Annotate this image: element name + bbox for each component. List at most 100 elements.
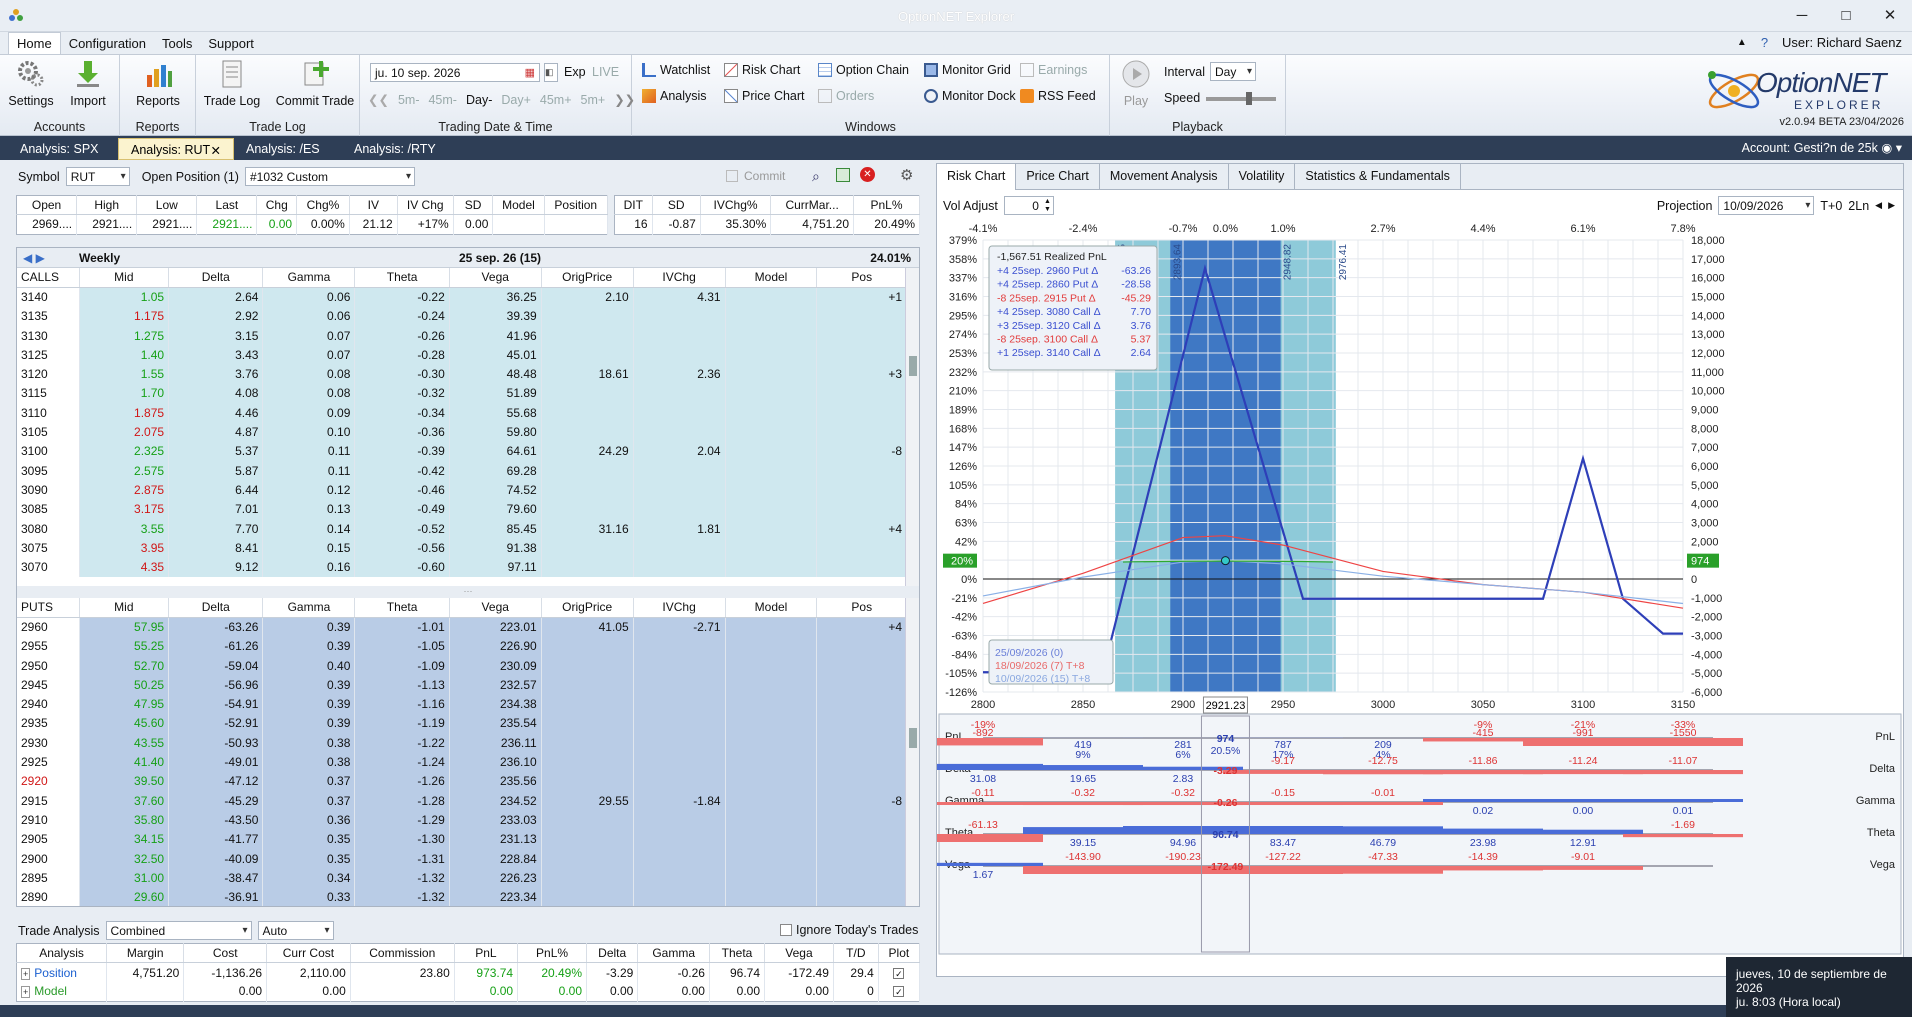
projection-date-select[interactable]: 10/09/2026 <box>1718 196 1815 215</box>
maximize-icon[interactable]: □ <box>1824 0 1868 30</box>
plot-checkbox[interactable]: ✓ <box>878 962 921 983</box>
commit-button[interactable]: Commit <box>726 169 785 183</box>
menu-configuration[interactable]: Configuration <box>61 33 154 54</box>
speed-slider[interactable] <box>1206 92 1276 105</box>
step-5m-minus[interactable]: 5m- <box>398 93 420 107</box>
delete-icon[interactable]: ✕ <box>860 167 875 182</box>
step-5m-plus[interactable]: 5m+ <box>581 93 606 107</box>
expand-icon[interactable]: + <box>21 967 31 980</box>
menu-support[interactable]: Support <box>200 33 262 54</box>
tab-analysis-rut[interactable]: Analysis: RUT ✕ <box>118 138 234 160</box>
chart-tab-statistics-fundamentals[interactable]: Statistics & Fundamentals <box>1295 163 1461 190</box>
option-chain-button[interactable]: Option Chain <box>818 63 909 77</box>
put-row[interactable]: 2910 35.80 -43.50 0.36 -1.29 233.03 <box>17 810 907 830</box>
calendar-icon[interactable]: ▦ <box>525 66 535 79</box>
tab-analysis-spx[interactable]: Analysis: SPX <box>8 138 118 160</box>
expiry-nav-icon[interactable]: ◀ ▶ <box>17 251 79 265</box>
put-row[interactable]: 2935 45.60 -52.91 0.39 -1.19 235.54 <box>17 713 907 734</box>
tab-analysis-es[interactable]: Analysis: /ES <box>234 138 342 160</box>
price-chart-button[interactable]: Price Chart <box>724 89 805 103</box>
step-day-minus[interactable]: Day- <box>466 93 492 107</box>
step-back-icon[interactable]: ❮❮ <box>368 92 389 107</box>
put-row[interactable]: 2960 57.95 -63.26 0.39 -1.01 223.01 41.05 -2.71… <box>17 617 907 637</box>
spinner-arrows-icon[interactable]: ▲ ▼ <box>1044 198 1051 214</box>
analysis-button[interactable]: Analysis <box>642 89 707 103</box>
put-row[interactable]: 2930 43.55 -50.93 0.38 -1.22 236.11 <box>17 733 907 753</box>
monitor-dock-button[interactable]: Monitor Dock <box>924 89 1016 103</box>
symbol-select[interactable]: RUT <box>65 167 130 186</box>
settings-gear-icon[interactable]: ⚙ <box>900 166 913 184</box>
step-45m-plus[interactable]: 45m+ <box>540 93 572 107</box>
call-row[interactable]: 3095 2.575 5.87 0.11 -0.42 69.28 <box>17 460 907 481</box>
next-icon[interactable]: ▶ <box>1888 200 1895 211</box>
risk-chart[interactable]: 379% 18,000 358% 17,000 337% 16,000 316% 15,000… <box>937 216 1903 956</box>
put-row[interactable]: 2900 32.50 -40.09 0.35 -1.31 228.84 <box>17 848 907 869</box>
call-row[interactable]: 3085 3.175 7.01 0.13 -0.49 79.60 <box>17 499 907 519</box>
tplus-select[interactable]: T+0 <box>1820 199 1842 213</box>
combined-select[interactable]: Combined <box>105 921 252 940</box>
lines-select[interactable]: 2Ln <box>1848 199 1869 213</box>
trade-log-button[interactable]: Trade Log <box>202 59 262 108</box>
date-picker[interactable]: ju. 10 sep. 2026 ▦ <box>370 63 540 82</box>
chart-tab-price-chart[interactable]: Price Chart <box>1016 163 1100 190</box>
put-row[interactable]: 2940 47.95 -54.91 0.39 -1.16 234.38 <box>17 694 907 714</box>
call-row[interactable]: 3110 1.875 4.46 0.09 -0.34 55.68 <box>17 403 907 423</box>
minimize-icon[interactable]: ─ <box>1780 0 1824 30</box>
puts-scrollbar[interactable] <box>905 598 919 906</box>
calls-scrollbar[interactable] <box>905 268 919 586</box>
live-button[interactable]: LIVE <box>592 65 619 79</box>
rss-feed-button[interactable]: RSS Feed <box>1020 89 1096 103</box>
put-row[interactable]: 2920 39.50 -47.12 0.37 -1.26 235.56 <box>17 771 907 791</box>
expiry-toggle-icon[interactable]: ◧ <box>544 63 558 82</box>
expand-icon[interactable]: + <box>21 986 31 999</box>
put-row[interactable]: 2955 55.25 -61.26 0.39 -1.05 226.90 <box>17 636 907 656</box>
call-row[interactable]: 3075 3.95 8.41 0.15 -0.56 91.38 <box>17 538 907 558</box>
checkbox-icon[interactable] <box>780 924 792 936</box>
exp-button[interactable]: Exp <box>564 65 586 79</box>
search-icon[interactable]: ⌕ <box>812 168 820 185</box>
settings-button[interactable]: Settings <box>8 59 54 108</box>
monitor-grid-button[interactable]: Monitor Grid <box>924 63 1011 77</box>
call-row[interactable]: 3115 1.70 4.08 0.08 -0.32 51.89 <box>17 383 907 404</box>
call-row[interactable]: 3100 2.325 5.37 0.11 -0.39 64.61 24.29 2.04 -8 <box>17 441 907 461</box>
put-row[interactable]: 2915 37.60 -45.29 0.37 -1.28 234.52 29.55 -1.84… <box>17 790 907 811</box>
put-row[interactable]: 2945 50.25 -56.96 0.39 -1.13 232.57 <box>17 675 907 695</box>
step-45m-minus[interactable]: 45m- <box>428 93 456 107</box>
trade-analysis-label[interactable]: + Position <box>16 962 108 983</box>
account-menu-icon[interactable]: ▾ <box>1896 141 1902 155</box>
account-label[interactable]: Account: Gesti?n de 25k ◉ ▾ <box>1742 140 1902 155</box>
put-row[interactable]: 2950 52.70 -59.04 0.40 -1.09 230.09 <box>17 655 907 676</box>
plot-checkbox[interactable]: ✓ <box>878 982 921 1002</box>
play-button[interactable]: Play <box>1118 59 1154 108</box>
call-row[interactable]: 3135 1.175 2.92 0.06 -0.24 39.39 <box>17 306 907 326</box>
call-row[interactable]: 3130 1.275 3.15 0.07 -0.26 41.96 <box>17 325 907 346</box>
call-row[interactable]: 3080 3.55 7.70 0.14 -0.52 85.45 31.16 1.81 +4 <box>17 518 907 539</box>
menu-home[interactable]: Home <box>8 32 61 54</box>
speed-slider-thumb[interactable] <box>1246 92 1252 105</box>
put-row[interactable]: 2925 41.40 -49.01 0.38 -1.24 236.10 <box>17 752 907 772</box>
chart-tab-risk-chart[interactable]: Risk Chart <box>937 163 1017 190</box>
earnings-button[interactable]: Earnings <box>1020 63 1087 77</box>
help-icon[interactable]: ? <box>1761 35 1768 50</box>
ignore-today-checkbox[interactable]: Ignore Today's Trades <box>780 923 918 937</box>
vol-adjust-spinner[interactable]: 0 ▲ ▼ <box>1003 196 1054 215</box>
trade-analysis-label[interactable]: + Model <box>16 982 108 1002</box>
tab-analysis-rty[interactable]: Analysis: /RTY <box>342 138 452 160</box>
menu-tools[interactable]: Tools <box>154 33 200 54</box>
prev-icon[interactable]: ◀ <box>1875 200 1882 211</box>
call-row[interactable]: 3140 1.05 2.64 0.06 -0.22 36.25 2.10 4.31 +1 <box>17 287 907 307</box>
orders-button[interactable]: Orders <box>818 89 874 103</box>
close-icon[interactable]: ✕ <box>1868 0 1912 30</box>
position-select[interactable]: #1032 Custom <box>244 167 415 186</box>
collapse-ribbon-icon[interactable]: ▲ <box>1737 37 1747 48</box>
reports-button[interactable]: Reports <box>128 59 188 108</box>
auto-select[interactable]: Auto <box>257 921 334 940</box>
checkbox-checked-icon[interactable]: ✓ <box>893 967 905 979</box>
watchlist-button[interactable]: Watchlist <box>642 63 710 77</box>
chart-tab-movement-analysis[interactable]: Movement Analysis <box>1100 163 1229 190</box>
put-row[interactable]: 2890 29.60 -36.91 0.33 -1.32 223.34 <box>17 887 907 906</box>
risk-chart-button[interactable]: Risk Chart <box>724 63 800 77</box>
import-button[interactable]: Import <box>66 59 110 108</box>
call-row[interactable]: 3120 1.55 3.76 0.08 -0.30 48.48 18.61 2.36 +3 <box>17 364 907 384</box>
call-row[interactable]: 3125 1.40 3.43 0.07 -0.28 45.01 <box>17 345 907 365</box>
